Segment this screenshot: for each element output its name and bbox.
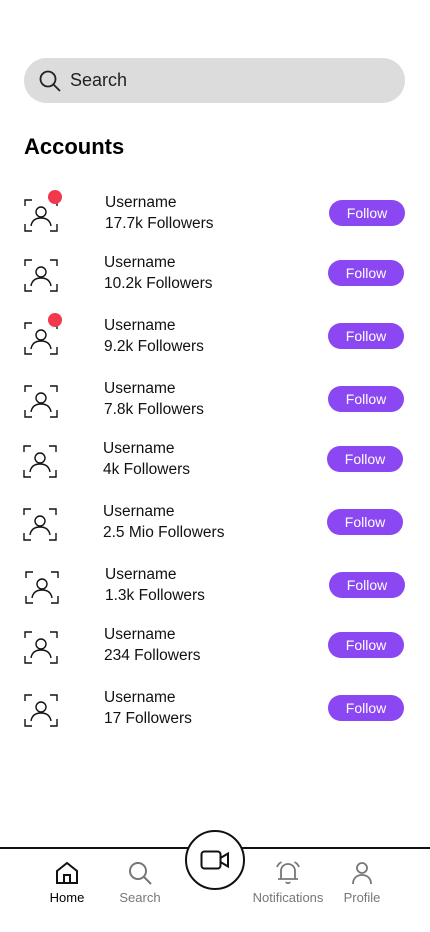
nav-search-label: Search (119, 890, 161, 905)
account-name: Username (105, 194, 177, 211)
follow-button[interactable]: Follow (328, 260, 404, 286)
nav-notifications[interactable]: Notifications (248, 860, 328, 905)
page-title: Accounts (24, 134, 125, 159)
home-icon (56, 861, 78, 884)
account-followers: 4k Followers (103, 461, 190, 478)
account-avatar-icon (25, 570, 59, 604)
nav-home[interactable]: Home (27, 860, 107, 905)
account-followers: 2.5 Mio Followers (103, 524, 225, 541)
follow-button[interactable]: Follow (327, 446, 403, 472)
list-item[interactable]: Username 4k Followers Follow (0, 440, 430, 490)
account-avatar-icon (24, 258, 58, 292)
account-followers: 1.3k Followers (105, 587, 205, 604)
follow-button[interactable]: Follow (328, 323, 404, 349)
list-item[interactable]: Username 2.5 Mio Followers Follow (0, 503, 430, 553)
nav-home-label: Home (49, 890, 85, 905)
list-item[interactable]: Username 17 Followers Follow (0, 689, 430, 739)
account-followers: 234 Followers (104, 647, 201, 664)
account-name: Username (104, 380, 176, 397)
account-name: Username (104, 626, 176, 643)
search-icon (39, 70, 61, 92)
follow-button[interactable]: Follow (329, 572, 405, 598)
account-name: Username (104, 317, 176, 334)
account-name: Username (104, 254, 176, 271)
search-icon (129, 862, 152, 885)
follow-button[interactable]: Follow (327, 509, 403, 535)
account-name: Username (103, 503, 175, 520)
account-followers: 9.2k Followers (104, 338, 204, 355)
account-avatar-icon (24, 630, 58, 664)
account-avatar-icon (23, 444, 57, 478)
account-avatar-icon (24, 384, 58, 418)
list-item[interactable]: Username 1.3k Followers Follow (0, 566, 430, 616)
account-name: Username (104, 689, 176, 706)
list-item[interactable]: Username 10.2k Followers Follow (0, 254, 430, 304)
account-avatar-icon (24, 693, 58, 727)
nav-profile-label: Profile (343, 890, 381, 905)
account-followers: 17.7k Followers (105, 215, 214, 232)
follow-button[interactable]: Follow (328, 386, 404, 412)
notification-dot (48, 190, 62, 204)
camera-icon (200, 850, 229, 870)
nav-notifications-label: Notifications (252, 890, 324, 905)
list-item[interactable]: Username 9.2k Followers Follow (0, 313, 430, 367)
account-followers: 17 Followers (104, 710, 192, 727)
follow-button[interactable]: Follow (328, 695, 404, 721)
search-bar[interactable]: Search (24, 58, 405, 103)
follow-button[interactable]: Follow (329, 200, 405, 226)
account-followers: 7.8k Followers (104, 401, 204, 418)
nav-search[interactable]: Search (100, 860, 180, 905)
account-name: Username (103, 440, 175, 457)
account-avatar-icon (23, 507, 57, 541)
nav-profile[interactable]: Profile (322, 860, 402, 905)
account-name: Username (105, 566, 177, 583)
bell-icon (276, 861, 300, 885)
list-item[interactable]: Username 17.7k Followers Follow (0, 190, 430, 244)
camera-button[interactable] (185, 830, 245, 890)
follow-button[interactable]: Follow (328, 632, 404, 658)
list-item[interactable]: Username 234 Followers Follow (0, 626, 430, 676)
notification-dot (48, 313, 62, 327)
search-placeholder: Search (70, 70, 128, 90)
account-followers: 10.2k Followers (104, 275, 213, 292)
list-item[interactable]: Username 7.8k Followers Follow (0, 380, 430, 430)
profile-icon (352, 862, 372, 885)
